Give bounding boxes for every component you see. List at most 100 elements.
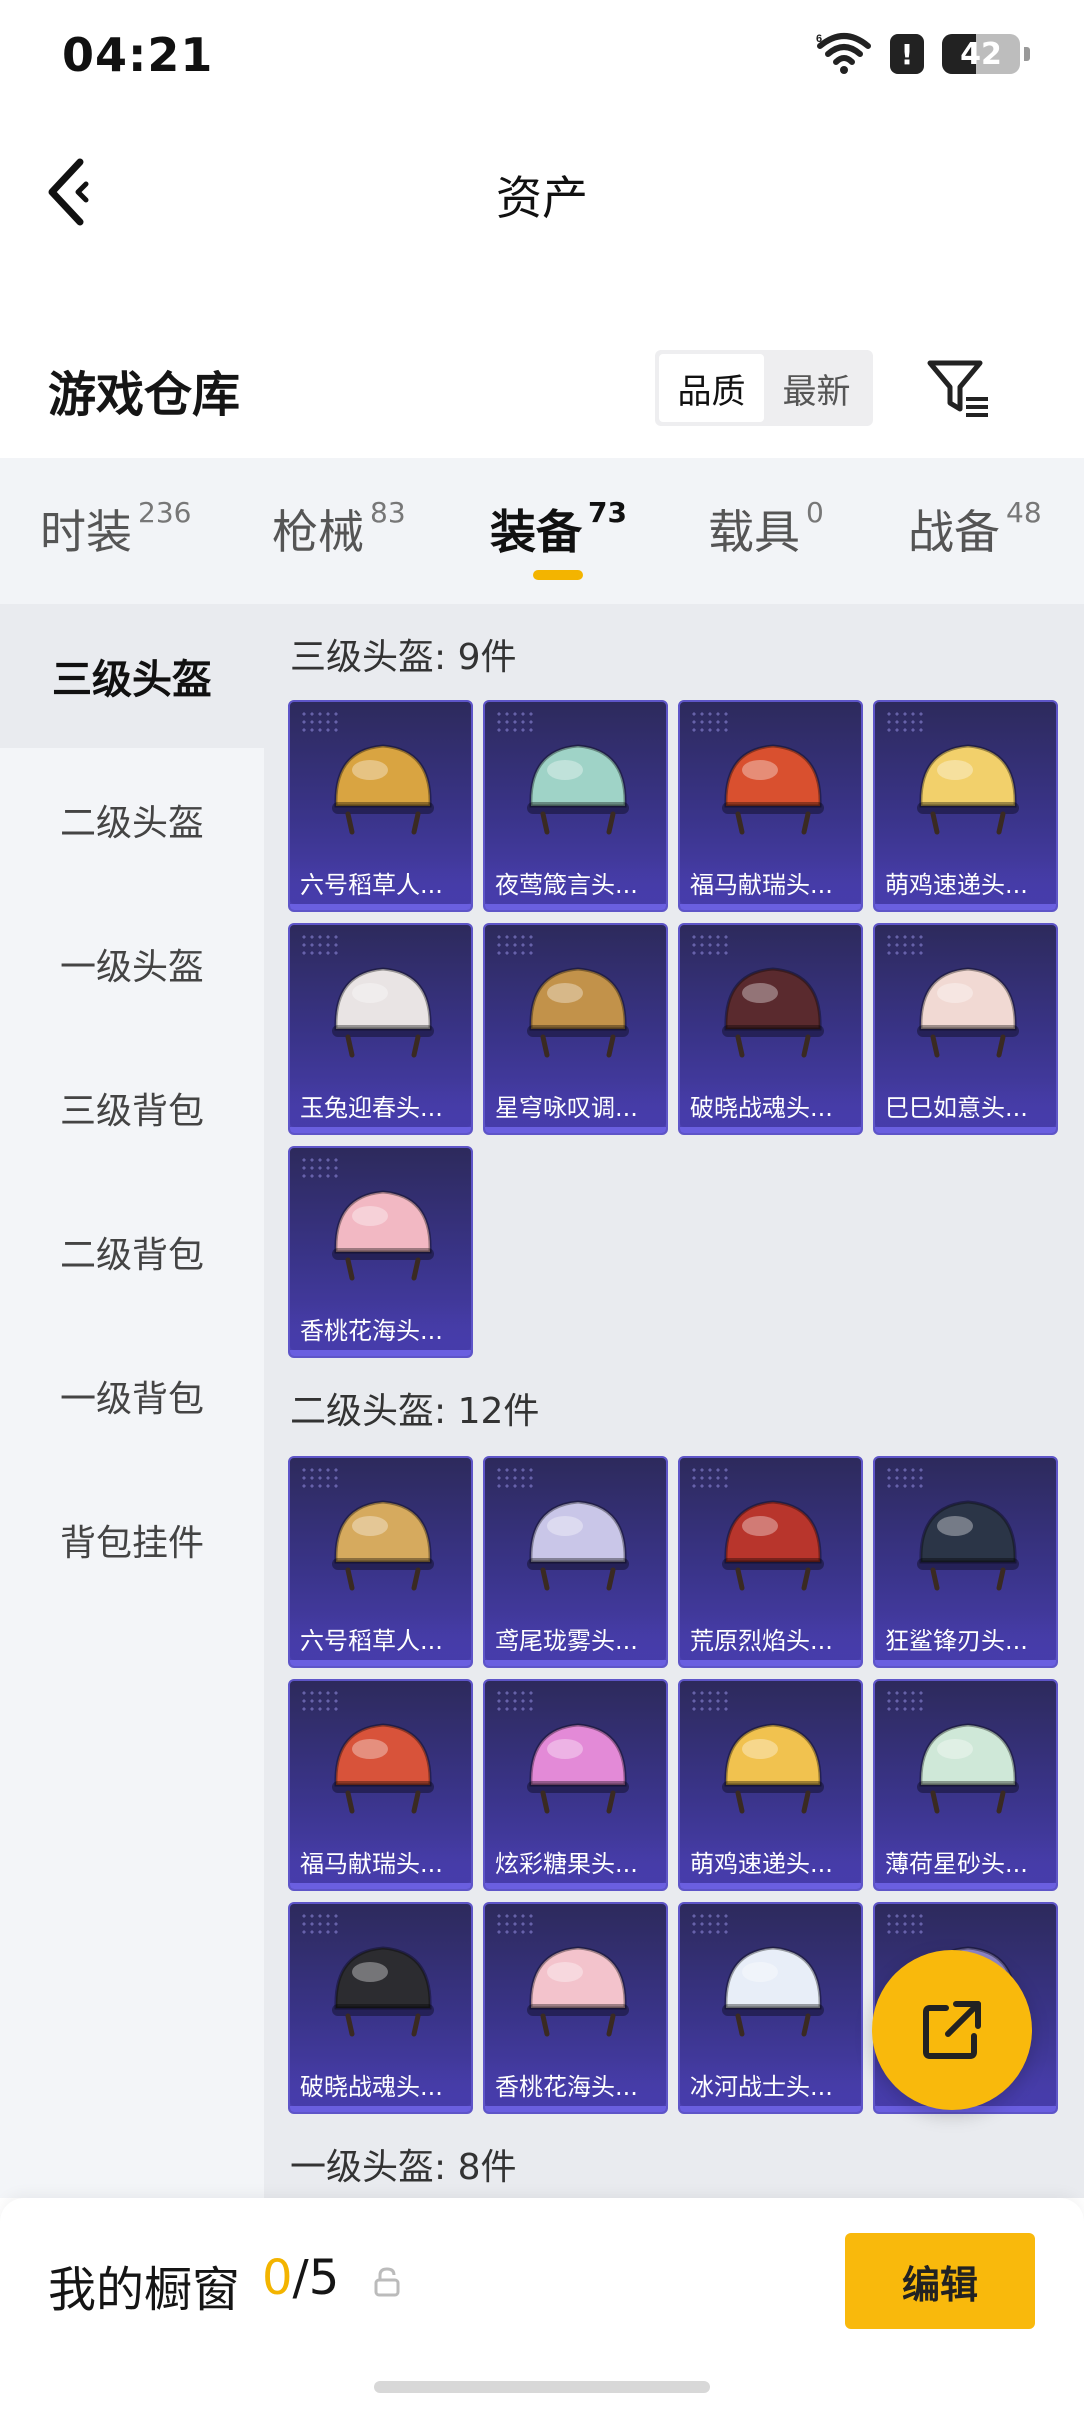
tab-count: 236 [138,496,192,529]
tab-equipment[interactable]: 装备 73 [490,496,627,562]
sidebar-item-level2-backpack[interactable]: 二级背包 [0,1180,264,1324]
item-name: 星穹咏叹调... [485,1083,666,1127]
sort-toggle: 品质 最新 [655,350,873,426]
helmet-icon [917,1500,1019,1591]
item-card[interactable]: 香桃花海头... [483,1902,668,2114]
alert-icon: ! [890,34,924,74]
item-card[interactable]: 星穹咏叹调... [483,923,668,1135]
helmet-icon [527,1500,629,1591]
item-name: 香桃花海头... [290,1306,471,1350]
showcase-bar: 我的橱窗 0/5 编辑 [0,2198,1084,2412]
filter-icon[interactable] [924,353,994,423]
helmet-icon [332,967,434,1058]
sidebar-item-level1-backpack[interactable]: 一级背包 [0,1324,264,1468]
item-card[interactable]: 巳巳如意头... [873,923,1058,1135]
item-card[interactable]: 福马献瑞头... [288,1679,473,1891]
status-time: 04:21 [62,28,214,82]
item-name: 福马献瑞头... [290,1839,471,1883]
item-card[interactable]: 六号稻草人... [288,700,473,912]
warehouse-header: 游戏仓库 品质 最新 [0,335,1084,445]
item-name: 狂鲨锋刃头... [875,1616,1056,1660]
section-title: 一级头盔: 8件 [290,2147,517,2188]
status-bar: 04:21 6 ! 42 [0,0,1084,110]
battery-icon: 42 [942,34,1030,74]
item-card[interactable]: 破晓战魂头... [288,1902,473,2114]
subcategory-sidebar: 三级头盔 二级头盔 一级头盔 三级背包 二级背包 一级背包 背包挂件 [0,604,264,2198]
page-title: 资产 [496,171,588,225]
item-card[interactable]: 薄荷星砂头... [873,1679,1058,1891]
home-indicator [374,2381,710,2393]
helmet-icon [332,744,434,835]
sort-option-quality[interactable]: 品质 [659,354,764,422]
tab-vehicles[interactable]: 载具 0 [708,496,824,562]
item-card[interactable]: 荒原烈焰头... [678,1456,863,1668]
tab-fashion[interactable]: 时装 236 [40,496,191,562]
item-name: 六号稻草人... [290,860,471,904]
sort-option-latest[interactable]: 最新 [764,354,869,422]
tab-label: 载具 [708,505,800,559]
app-header: 资产 [0,130,1084,260]
sidebar-item-level3-helmet[interactable]: 三级头盔 [0,604,264,748]
helmet-icon [527,1723,629,1814]
item-name: 鸢尾珑雾头... [485,1616,666,1660]
edit-button[interactable]: 编辑 [845,2233,1035,2329]
helmet-icon [527,1946,629,2037]
sidebar-item-backpack-charm[interactable]: 背包挂件 [0,1468,264,1612]
item-name: 荒原烈焰头... [680,1616,861,1660]
showcase-current: 0 [262,2250,293,2306]
helmet-icon [917,1723,1019,1814]
item-name: 巳巳如意头... [875,1083,1056,1127]
tab-firearms[interactable]: 枪械 83 [272,496,406,562]
helmet-icon [722,1723,824,1814]
item-card[interactable]: 萌鸡速递头... [873,700,1058,912]
section-title: 三级头盔: 9件 [290,637,517,678]
sidebar-item-level1-helmet[interactable]: 一级头盔 [0,892,264,1036]
helmet-icon [527,967,629,1058]
showcase-total: /5 [292,2250,340,2306]
item-card[interactable]: 玉兔迎春头... [288,923,473,1135]
item-name: 萌鸡速递头... [680,1839,861,1883]
item-card[interactable]: 破晓战魂头... [678,923,863,1135]
item-card[interactable]: 冰河战士头... [678,1902,863,2114]
svg-text:6: 6 [816,33,822,45]
sidebar-item-level3-backpack[interactable]: 三级背包 [0,1036,264,1180]
active-tab-indicator [533,570,583,580]
item-card[interactable]: 福马献瑞头... [678,700,863,912]
tab-label: 装备 [490,505,582,559]
showcase-count: 0/5 [262,2250,339,2306]
tab-label: 枪械 [272,505,364,559]
sidebar-item-level2-helmet[interactable]: 二级头盔 [0,748,264,892]
helmet-icon [332,1500,434,1591]
helmet-icon [332,1190,434,1281]
status-icons: 6 ! 42 [816,32,1030,76]
showcase-label: 我的橱窗 [48,2262,241,2318]
helmet-icon [332,1723,434,1814]
share-button[interactable] [872,1950,1032,2110]
item-name: 夜莺箴言头... [485,860,666,904]
helmet-icon [722,1946,824,2037]
item-card[interactable]: 萌鸡速递头... [678,1679,863,1891]
category-tabs: 时装 236 枪械 83 装备 73 载具 0 战备 48 [0,458,1084,604]
tab-count: 73 [588,496,627,529]
item-card[interactable]: 六号稻草人... [288,1456,473,1668]
battery-level: 42 [960,36,1002,72]
warehouse-title: 游戏仓库 [48,367,241,423]
item-card[interactable]: 鸢尾珑雾头... [483,1456,668,1668]
tab-count: 0 [806,496,824,529]
assets-page: 04:21 6 ! 42 资产 游戏仓库 品质 最新 时装 236 枪械 83 … [0,0,1084,2412]
item-name: 破晓战魂头... [680,1083,861,1127]
tab-combat-gear[interactable]: 战备 48 [908,496,1042,562]
item-card[interactable]: 炫彩糖果头... [483,1679,668,1891]
section-title: 二级头盔: 12件 [290,1391,540,1432]
item-name: 萌鸡速递头... [875,860,1056,904]
item-card[interactable]: 香桃花海头... [288,1146,473,1358]
item-card[interactable]: 狂鲨锋刃头... [873,1456,1058,1668]
tab-label: 战备 [908,505,1000,559]
item-name: 薄荷星砂头... [875,1839,1056,1883]
item-card[interactable]: 夜莺箴言头... [483,700,668,912]
tab-count: 48 [1006,496,1042,529]
share-icon [923,2001,981,2059]
helmet-icon [917,967,1019,1058]
item-name: 冰河战士头... [680,2062,861,2106]
item-name: 福马献瑞头... [680,860,861,904]
